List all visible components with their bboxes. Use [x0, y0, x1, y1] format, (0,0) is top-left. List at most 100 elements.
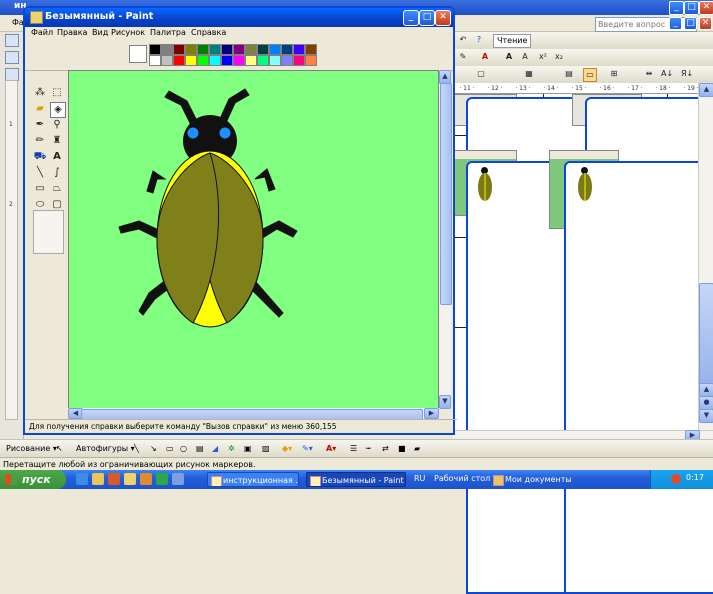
palette-swatch[interactable] [221, 44, 233, 55]
paint-menu-file[interactable]: Файл [31, 28, 53, 37]
task-paint[interactable]: Безымянный - Paint [306, 472, 406, 487]
font-color-draw-icon[interactable]: A▾ [326, 444, 336, 453]
task-word[interactable]: инструкционная ... [207, 472, 299, 487]
app2-icon[interactable] [156, 473, 168, 485]
shadow-icon[interactable]: ■ [398, 444, 406, 453]
word-minimize-button[interactable]: _ [669, 1, 684, 15]
tray-icon[interactable] [671, 474, 681, 484]
doc-restore-button[interactable]: □ [684, 17, 697, 30]
text-tool-icon[interactable]: A [50, 150, 64, 164]
paint-menu-view[interactable]: Вид [92, 28, 108, 37]
next-page-icon[interactable]: ▼ [699, 409, 713, 423]
drawing-menu[interactable]: Рисование ▾ [6, 444, 57, 453]
autoshapes-menu[interactable]: Автофигуры ▾ [76, 444, 135, 453]
wordart-icon[interactable]: ◢ [212, 444, 218, 453]
paint-scroll-down-icon[interactable]: ▼ [439, 395, 451, 409]
line-style-icon[interactable]: ☰ [350, 444, 357, 453]
dash-style-icon[interactable]: ┅ [366, 444, 371, 453]
media-icon[interactable] [108, 473, 120, 485]
palette-swatch[interactable] [269, 44, 281, 55]
paint-minimize-button[interactable]: _ [403, 10, 419, 26]
highlight-icon[interactable]: ✎ [457, 51, 469, 63]
color-picker-icon[interactable]: ✒ [33, 118, 47, 132]
select-arrow-icon[interactable]: ↖ [56, 444, 63, 453]
rectangle-tool-icon[interactable]: ▭ [33, 182, 47, 196]
paint-menu-image[interactable]: Рисунок [111, 28, 145, 37]
paint-menu-help[interactable]: Справка [191, 28, 226, 37]
palette-swatch[interactable] [281, 44, 293, 55]
word-vertical-scrollbar[interactable]: ▲ ▲ ● ▼ [698, 83, 713, 430]
palette-swatch[interactable] [305, 44, 317, 55]
new-doc-icon[interactable] [5, 34, 19, 47]
desktop-toolbar[interactable]: Рабочий стол [434, 474, 490, 483]
textbox-icon[interactable]: ▤ [196, 444, 204, 453]
paint-scroll-up-icon[interactable]: ▲ [439, 70, 451, 84]
word-maximize-button[interactable]: □ [684, 1, 699, 15]
paint-quicklaunch-icon[interactable] [124, 473, 136, 485]
word-document-area[interactable] [453, 94, 713, 594]
rectangle-icon[interactable]: ▭ [166, 444, 174, 453]
arrow-icon[interactable]: ↘ [150, 444, 157, 453]
polygon-tool-icon[interactable]: ⏢ [50, 182, 64, 196]
paint-vscroll-thumb[interactable] [440, 83, 452, 305]
arrow-style-icon[interactable]: ⇄ [382, 444, 389, 453]
palette-swatch[interactable] [209, 55, 221, 66]
palette-swatch[interactable] [257, 44, 269, 55]
palette-swatch[interactable] [161, 44, 173, 55]
table-thumbnail[interactable] [549, 150, 713, 594]
paint-menu-palette[interactable]: Палитра [150, 28, 186, 37]
table-thumbnail[interactable] [453, 94, 713, 530]
paint-horizontal-scrollbar[interactable]: ◀ ▶ [68, 408, 439, 420]
ie-icon[interactable] [76, 473, 88, 485]
doc-close-button[interactable]: ✕ [699, 17, 712, 30]
word-horizontal-scrollbar[interactable]: ▶ [453, 430, 713, 441]
palette-swatch[interactable] [269, 55, 281, 66]
fill-color-icon[interactable]: ◆▾ [282, 444, 292, 453]
tool-options-box[interactable] [33, 210, 64, 254]
diagram-icon[interactable]: ✲ [228, 444, 235, 453]
airbrush-icon[interactable]: ⛟ [33, 150, 47, 164]
palette-swatch[interactable] [293, 55, 305, 66]
magnifier-icon[interactable]: ⚲ [50, 118, 64, 132]
subscript-icon[interactable]: x₂ [553, 51, 565, 63]
palette-swatch[interactable] [173, 55, 185, 66]
scroll-thumb[interactable] [699, 283, 713, 385]
paint-menu-edit[interactable]: Правка [57, 28, 87, 37]
reading-layout-button[interactable]: Чтение [493, 34, 532, 48]
paint-canvas[interactable] [69, 71, 438, 411]
superscript-icon[interactable]: x² [537, 51, 549, 63]
palette-swatch[interactable] [149, 44, 161, 55]
paint-maximize-button[interactable]: □ [419, 10, 435, 26]
eraser-icon[interactable]: ▰ [33, 102, 47, 116]
palette-swatch[interactable] [221, 55, 233, 66]
palette-swatch[interactable] [173, 44, 185, 55]
grow-font-icon[interactable]: A [503, 51, 515, 63]
palette-swatch[interactable] [245, 44, 257, 55]
clipart-icon[interactable]: ▣ [244, 444, 252, 453]
paint-vertical-scrollbar[interactable]: ▲ ▼ [439, 70, 452, 409]
prev-page-icon[interactable]: ▲ [699, 383, 713, 397]
rect-select-icon[interactable]: ⬚ [50, 86, 64, 100]
language-indicator[interactable]: RU [414, 474, 425, 483]
table-thumbnail[interactable] [453, 150, 713, 594]
insert-picture-icon[interactable]: ▨ [262, 444, 270, 453]
sort-asc-icon[interactable]: A↓ [661, 68, 673, 80]
paint-scroll-right-icon[interactable]: ▶ [424, 408, 439, 419]
border-icon[interactable]: ▢ [475, 68, 487, 80]
my-documents-toolbar[interactable]: Мои документы [490, 472, 585, 487]
palette-swatch[interactable] [197, 44, 209, 55]
fill-bucket-icon[interactable]: ◈ [50, 102, 66, 118]
palette-swatch[interactable] [185, 55, 197, 66]
palette-swatch[interactable] [185, 44, 197, 55]
paint-title-bar[interactable]: Безымянный - Paint _ □ ✕ [25, 8, 453, 27]
table-icon[interactable]: ▦ [523, 68, 535, 80]
app-icon[interactable] [140, 473, 152, 485]
font-color-icon[interactable]: A [479, 51, 491, 63]
palette-swatch[interactable] [197, 55, 209, 66]
table-thumbnail[interactable] [572, 94, 713, 530]
palette-swatch[interactable] [305, 55, 317, 66]
shrink-font-icon[interactable]: A [519, 51, 531, 63]
doc-minimize-button[interactable]: _ [669, 17, 682, 30]
style-icon[interactable] [5, 51, 19, 64]
undo-icon[interactable]: ↶ [457, 34, 469, 46]
